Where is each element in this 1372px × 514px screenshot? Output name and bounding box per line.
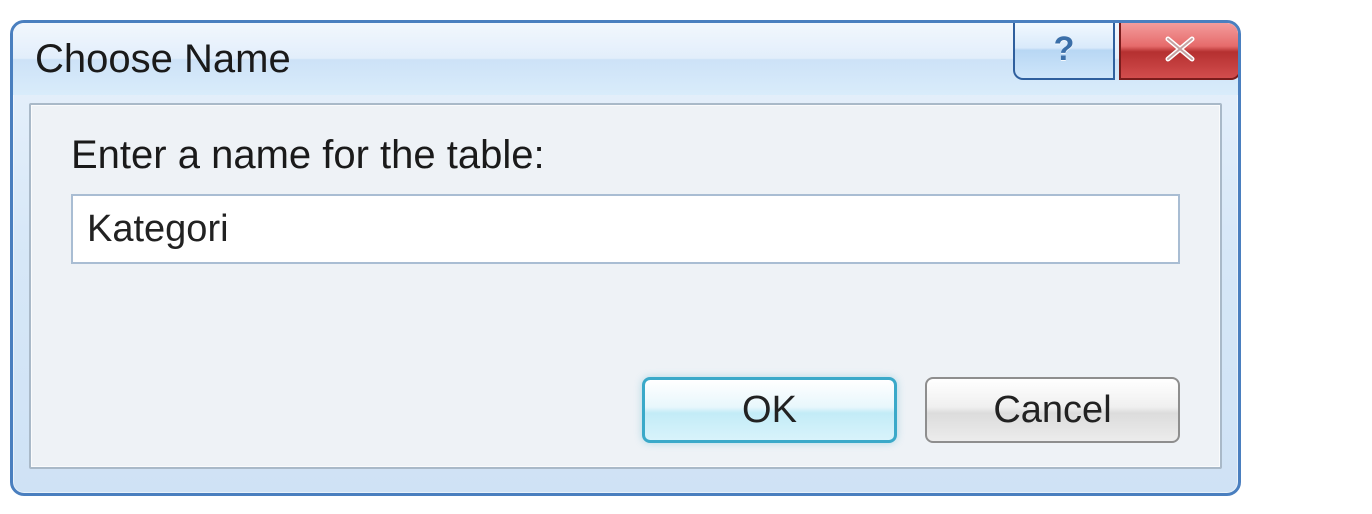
table-name-input[interactable] [71,194,1180,264]
ok-button[interactable]: OK [642,377,897,443]
cancel-button-label: Cancel [993,389,1111,432]
ok-button-label: OK [742,389,797,432]
cancel-button[interactable]: Cancel [925,377,1180,443]
dialog-title: Choose Name [35,37,291,82]
close-button[interactable] [1119,20,1241,80]
choose-name-dialog: Choose Name ? Enter a name for the table… [10,20,1241,496]
titlebar-buttons: ? [1013,20,1241,80]
close-icon [1160,34,1200,64]
button-row: OK Cancel [71,353,1180,443]
titlebar: Choose Name ? [13,23,1238,95]
help-icon: ? [1054,30,1075,69]
prompt-label: Enter a name for the table: [71,133,1180,178]
content-area: Enter a name for the table: OK Cancel [29,103,1222,469]
help-button[interactable]: ? [1013,20,1115,80]
